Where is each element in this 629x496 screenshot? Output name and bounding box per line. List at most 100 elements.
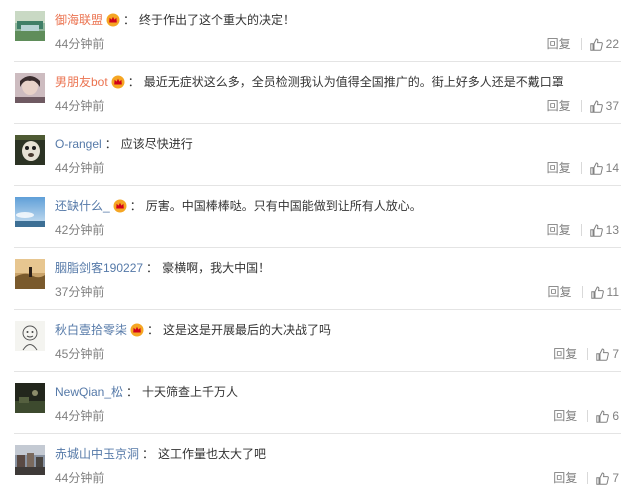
thumbs-up-icon [590, 285, 604, 299]
like-count: 22 [605, 37, 619, 51]
vip-crown-icon [106, 13, 120, 27]
comment-item: O-rangel：应该尽快进行 44分钟前 回复 14 [0, 124, 629, 186]
comment-text: 终于作出了这个重大的决定！ [139, 13, 296, 27]
comment-time: 37分钟前 [55, 285, 105, 299]
colon-separator: ： [129, 199, 142, 213]
thumbs-up-icon [596, 409, 610, 423]
comment-list: 御海联盟：终于作出了这个重大的决定！ 44分钟前 回复 22 男朋友bot：最近… [0, 0, 629, 494]
comment-item: 男朋友bot ：最近无症状这么多，全员检测我认为值得全国推广的。街上好多人还是不戴… [0, 62, 629, 124]
comment-time: 44分钟前 [55, 409, 105, 423]
reply-button[interactable]: 回复 [547, 160, 571, 176]
sky-avatar-icon[interactable] [15, 197, 45, 227]
like-count: 14 [605, 161, 619, 175]
thumbs-up-icon [596, 347, 610, 361]
action-divider [587, 410, 589, 422]
portrait-avatar-icon[interactable] [15, 73, 45, 103]
like-count: 11 [606, 285, 619, 299]
comment-actions: 回复 7 [553, 346, 619, 362]
comment-time: 44分钟前 [55, 471, 105, 485]
comment-username[interactable]: 赤城山中玉京洞 [55, 447, 139, 461]
comment-time: 42分钟前 [55, 223, 105, 237]
reply-button[interactable]: 回复 [547, 222, 571, 238]
comment-username[interactable]: O-rangel [55, 137, 102, 151]
like-button[interactable]: 7 [596, 346, 619, 362]
like-count: 37 [605, 99, 619, 113]
thumbs-up-icon [589, 161, 603, 175]
comment-time: 44分钟前 [55, 161, 105, 175]
comment-text: 这是这是开展最后的大决战了吗 [163, 323, 332, 337]
comment-text: 豪横啊，我大中国！ [162, 261, 271, 275]
comment-item: NewQian_松：十天筛查上千万人 44分钟前 回复 6 [0, 372, 629, 434]
like-button[interactable]: 11 [590, 284, 619, 300]
comment-actions: 回复 14 [547, 160, 619, 176]
street-avatar-icon[interactable] [15, 445, 45, 475]
comment-time: 45分钟前 [55, 347, 105, 361]
like-count: 6 [612, 409, 619, 423]
like-button[interactable]: 14 [589, 160, 619, 176]
like-count: 7 [612, 347, 619, 361]
thumbs-up-icon [596, 471, 610, 485]
comment-username[interactable]: 还缺什么_ [55, 199, 110, 213]
comment-text: 最近无症状这么多，全员检测我认为值得全国推广的。街上好多人还是不戴口罩 [143, 75, 564, 89]
like-count: 7 [612, 471, 619, 485]
vip-crown-icon [111, 75, 125, 89]
thumbs-up-icon [589, 99, 603, 113]
desert-avatar-icon[interactable] [15, 259, 45, 289]
comment-username[interactable]: 男朋友bot [55, 75, 108, 89]
like-count: 13 [605, 223, 619, 237]
vip-crown-icon [130, 323, 144, 337]
comment-username[interactable]: NewQian_松 [55, 385, 123, 399]
comment-item: 秋白壹拾零柒 ：这是这是开展最后的大决战了吗 45分钟前 回复 7 [0, 310, 629, 372]
like-button[interactable]: 7 [596, 470, 619, 486]
comment-text: 这工作量也太大了吧 [158, 447, 267, 461]
reply-button[interactable]: 回复 [553, 470, 577, 486]
action-divider [580, 162, 582, 174]
comment-text: 十天筛查上千万人 [142, 385, 239, 399]
colon-separator: ： [146, 261, 159, 275]
reply-button[interactable]: 回复 [548, 284, 572, 300]
comment-actions: 回复 11 [548, 284, 619, 300]
comment-actions: 回复 37 [547, 98, 619, 114]
colon-separator: ： [123, 13, 136, 27]
comment-actions: 回复 6 [553, 408, 619, 424]
action-divider [580, 38, 582, 50]
comment-item: 赤城山中玉京洞：这工作量也太大了吧 44分钟前 回复 7 [0, 434, 629, 496]
comment-actions: 回复 7 [553, 470, 619, 486]
comment-username[interactable]: 秋白壹拾零柒 [55, 323, 127, 337]
reply-button[interactable]: 回复 [553, 346, 577, 362]
action-divider [580, 224, 582, 236]
action-divider [587, 348, 589, 360]
comment-actions: 回复 13 [547, 222, 619, 238]
action-divider [580, 100, 582, 112]
like-button[interactable]: 6 [596, 408, 619, 424]
like-button[interactable]: 13 [589, 222, 619, 238]
action-divider [581, 286, 583, 298]
dog-avatar-icon[interactable] [15, 135, 45, 165]
reply-button[interactable]: 回复 [547, 36, 571, 52]
colon-separator: ： [127, 75, 140, 89]
comment-text: 厉害。中国棒棒哒。只有中国能做到让所有人放心。 [145, 199, 422, 213]
colon-separator: ： [104, 137, 117, 151]
colon-separator: ： [142, 447, 155, 461]
comment-actions: 回复 22 [547, 36, 619, 52]
comment-item: 还缺什么_ ：厉害。中国棒棒哒。只有中国能做到让所有人放心。 42分钟前 回复 1… [0, 186, 629, 248]
comment-username[interactable]: 胭脂剑客190227 [55, 261, 143, 275]
comment-time: 44分钟前 [55, 99, 105, 113]
comment-item: 御海联盟 ：终于作出了这个重大的决定！ 44分钟前 回复 22 [0, 0, 629, 62]
reply-button[interactable]: 回复 [547, 98, 571, 114]
comment-time: 44分钟前 [55, 37, 105, 51]
colon-separator: ： [147, 323, 160, 337]
landscape-avatar-icon[interactable] [15, 11, 45, 41]
like-button[interactable]: 37 [589, 98, 619, 114]
dark-avatar-icon[interactable] [15, 383, 45, 413]
comment-text: 应该尽快进行 [120, 137, 193, 151]
action-divider [587, 472, 589, 484]
sketch-avatar-icon[interactable] [15, 321, 45, 351]
like-button[interactable]: 22 [589, 36, 619, 52]
vip-crown-icon [113, 199, 127, 213]
thumbs-up-icon [589, 37, 603, 51]
comment-item: 胭脂剑客190227：豪横啊，我大中国！ 37分钟前 回复 11 [0, 248, 629, 310]
reply-button[interactable]: 回复 [553, 408, 577, 424]
comment-username[interactable]: 御海联盟 [55, 13, 103, 27]
colon-separator: ： [126, 385, 139, 399]
